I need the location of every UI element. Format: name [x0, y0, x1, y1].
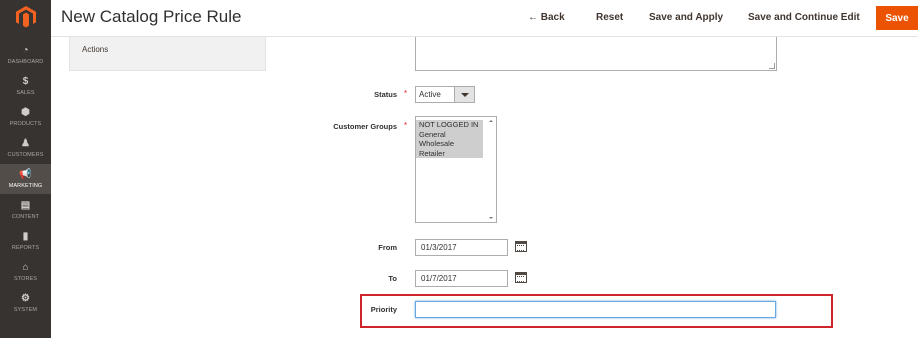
tab-actions[interactable]: Actions [82, 45, 108, 54]
save-and-continue-edit-button[interactable]: Save and Continue Edit [748, 12, 860, 23]
sidebar-item-label: CUSTOMERS [7, 152, 44, 158]
sidebar-item-label: REPORTS [11, 245, 40, 251]
customer-groups-label: Customer Groups [333, 122, 397, 131]
sidebar-item-label: PRODUCTS [9, 121, 42, 127]
sidebar-item-stores[interactable]: ⌂ STORES [0, 257, 51, 287]
multiselect-scrollbar[interactable] [486, 117, 496, 222]
sidebar-item-products[interactable]: ⬢ PRODUCTS [0, 102, 51, 132]
customer-group-option[interactable]: Wholesale [416, 139, 483, 149]
status-select[interactable]: Active [415, 86, 475, 103]
rule-tabs-panel: Actions [69, 37, 266, 71]
store-icon: ⌂ [22, 262, 29, 273]
dollar-icon: $ [22, 76, 29, 87]
gear-icon: ⚙ [21, 293, 30, 304]
sidebar-item-customers[interactable]: ♟ CUSTOMERS [0, 133, 51, 163]
back-button[interactable]: ← Back [528, 12, 565, 23]
status-label: Status [374, 90, 397, 99]
save-and-apply-button[interactable]: Save and Apply [649, 12, 723, 23]
status-select-value: Active [419, 90, 441, 99]
customer-group-option[interactable]: NOT LOGGED IN [416, 120, 483, 130]
resize-handle[interactable] [769, 63, 775, 69]
megaphone-icon: 📢 [19, 169, 32, 180]
page-header: New Catalog Price Rule ← Back Reset Save… [51, 0, 918, 37]
sidebar-item-label: STORES [13, 276, 38, 282]
bar-chart-icon: ▮ [22, 231, 29, 242]
to-label: To [388, 274, 397, 283]
page-title: New Catalog Price Rule [61, 7, 242, 26]
priority-label: Priority [370, 305, 397, 314]
sidebar-item-content[interactable]: ▤ CONTENT [0, 195, 51, 225]
to-date-input[interactable]: 01/7/2017 [415, 270, 508, 287]
admin-sidebar: ◔ DASHBOARD $ SALES ⬢ PRODUCTS ♟ CUSTOMERS 📢 MARK… [0, 0, 51, 338]
sidebar-item-label: MARKETING [8, 183, 43, 189]
save-button[interactable]: Save [876, 6, 918, 30]
sidebar-item-marketing[interactable]: 📢 MARKETING [0, 164, 51, 194]
sidebar-item-system[interactable]: ⚙ SYSTEM [0, 288, 51, 318]
dashboard-icon: ◔ [22, 45, 29, 56]
customer-groups-multiselect[interactable]: NOT LOGGED IN General Wholesale Retailer [415, 116, 497, 223]
sidebar-item-label: SYSTEM [13, 307, 38, 313]
calendar-icon[interactable] [515, 272, 527, 283]
status-required-marker: * [404, 89, 408, 98]
person-icon: ♟ [21, 138, 30, 149]
content-icon: ▤ [20, 200, 31, 211]
cube-icon: ⬢ [21, 107, 30, 118]
sidebar-item-label: DASHBOARD [7, 59, 44, 65]
from-date-input[interactable]: 01/3/2017 [415, 239, 508, 256]
sidebar-item-label: SALES [16, 90, 35, 96]
magento-logo[interactable] [0, 0, 51, 34]
priority-input[interactable] [415, 301, 776, 318]
customer-groups-required-marker: * [404, 121, 408, 130]
sidebar-item-label: CONTENT [11, 214, 40, 220]
customer-group-option[interactable]: Retailer [416, 148, 483, 158]
calendar-icon[interactable] [515, 241, 527, 252]
description-textarea[interactable] [415, 37, 777, 71]
reset-button[interactable]: Reset [596, 12, 623, 23]
magento-logo-icon [15, 6, 36, 28]
from-label: From [378, 243, 397, 252]
sidebar-item-dashboard[interactable]: ◔ DASHBOARD [0, 40, 51, 70]
customer-group-option[interactable]: General [416, 129, 483, 139]
sidebar-item-reports[interactable]: ▮ REPORTS [0, 226, 51, 256]
sidebar-item-sales[interactable]: $ SALES [0, 71, 51, 101]
chevron-down-icon[interactable] [454, 87, 474, 102]
